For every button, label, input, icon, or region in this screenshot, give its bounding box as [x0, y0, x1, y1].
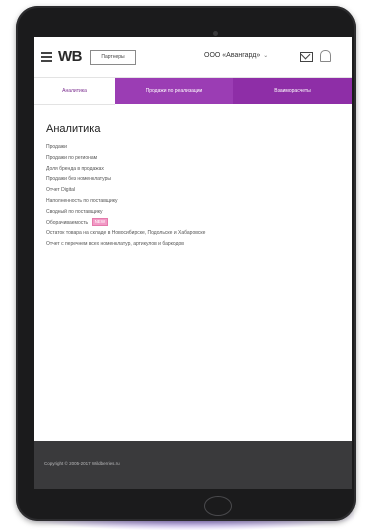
tab-bar: Аналитика Продажи по реализации Взаимора…: [34, 78, 352, 105]
report-link-turnover-row: Оборачиваемость NEW: [46, 218, 346, 229]
tab-settlements[interactable]: Взаиморасчеты: [233, 78, 352, 104]
copyright-text: Copyright © 2005-2017 Wildberries.ru: [44, 461, 120, 466]
bell-icon[interactable]: [320, 50, 331, 62]
report-link-summary-by-supplier[interactable]: Сводный по поставщику: [46, 207, 346, 218]
partners-button[interactable]: Партнеры: [90, 50, 136, 65]
tablet-screen: WB Партнеры ООО «Авангард» ⌄ Аналитика П…: [34, 37, 352, 489]
report-link-brand-share[interactable]: Доля бренда в продажах: [46, 164, 346, 175]
report-link-turnover[interactable]: Оборачиваемость: [46, 220, 88, 226]
report-link-digital[interactable]: Отчет Digital: [46, 185, 346, 196]
report-link-sales-no-nomenclature[interactable]: Продажи без номенклатуры: [46, 174, 346, 185]
tablet-device: WB Партнеры ООО «Авангард» ⌄ Аналитика П…: [16, 6, 356, 521]
report-link-sales-by-region[interactable]: Продажи по регионам: [46, 153, 346, 164]
report-link-sales[interactable]: Продажи: [46, 142, 346, 153]
home-button: [204, 496, 232, 516]
report-link-warehouse-stock[interactable]: Остаток товара на складе в Новосибирске,…: [46, 228, 346, 239]
organization-name: ООО «Авангард»: [204, 52, 261, 59]
logo[interactable]: WB: [58, 48, 83, 65]
top-bar: WB Партнеры ООО «Авангард» ⌄: [34, 37, 352, 78]
camera-dot: [213, 31, 218, 36]
new-badge: NEW: [91, 218, 109, 227]
mail-icon[interactable]: [300, 52, 313, 62]
organization-selector[interactable]: ООО «Авангард» ⌄: [204, 52, 268, 59]
tab-sales-by-realization[interactable]: Продажи по реализации: [115, 78, 233, 104]
analytics-section: Аналитика Продажи Продажи по регионам До…: [46, 123, 346, 250]
chevron-down-icon: ⌄: [263, 53, 269, 59]
report-link-all-nomenclature[interactable]: Отчет с перечнем всех номенклатур, артик…: [46, 239, 346, 250]
hamburger-menu-icon[interactable]: [41, 52, 52, 62]
report-link-fill-by-supplier[interactable]: Наполненность по поставщику: [46, 196, 346, 207]
footer: Copyright © 2005-2017 Wildberries.ru: [34, 441, 352, 489]
page-title: Аналитика: [46, 123, 101, 135]
tab-analytics[interactable]: Аналитика: [34, 78, 115, 105]
